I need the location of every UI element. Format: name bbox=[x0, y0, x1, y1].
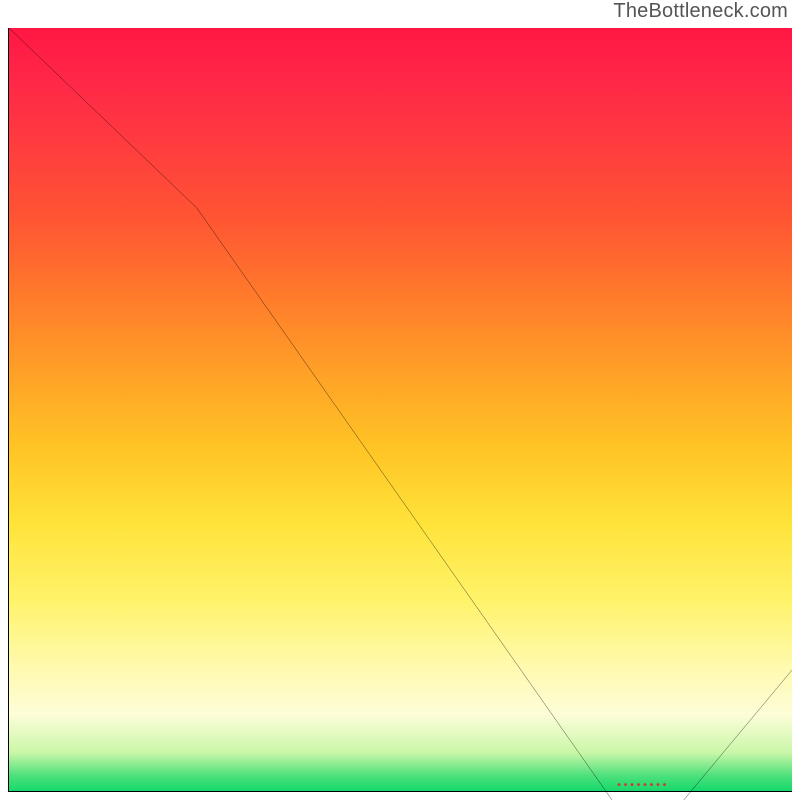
curve-svg bbox=[9, 28, 792, 800]
optimal-range-marker: •••••••• bbox=[617, 780, 669, 791]
plot-area: •••••••• bbox=[8, 28, 792, 792]
attribution-text: TheBottleneck.com bbox=[613, 0, 788, 23]
bottleneck-curve bbox=[9, 28, 792, 800]
